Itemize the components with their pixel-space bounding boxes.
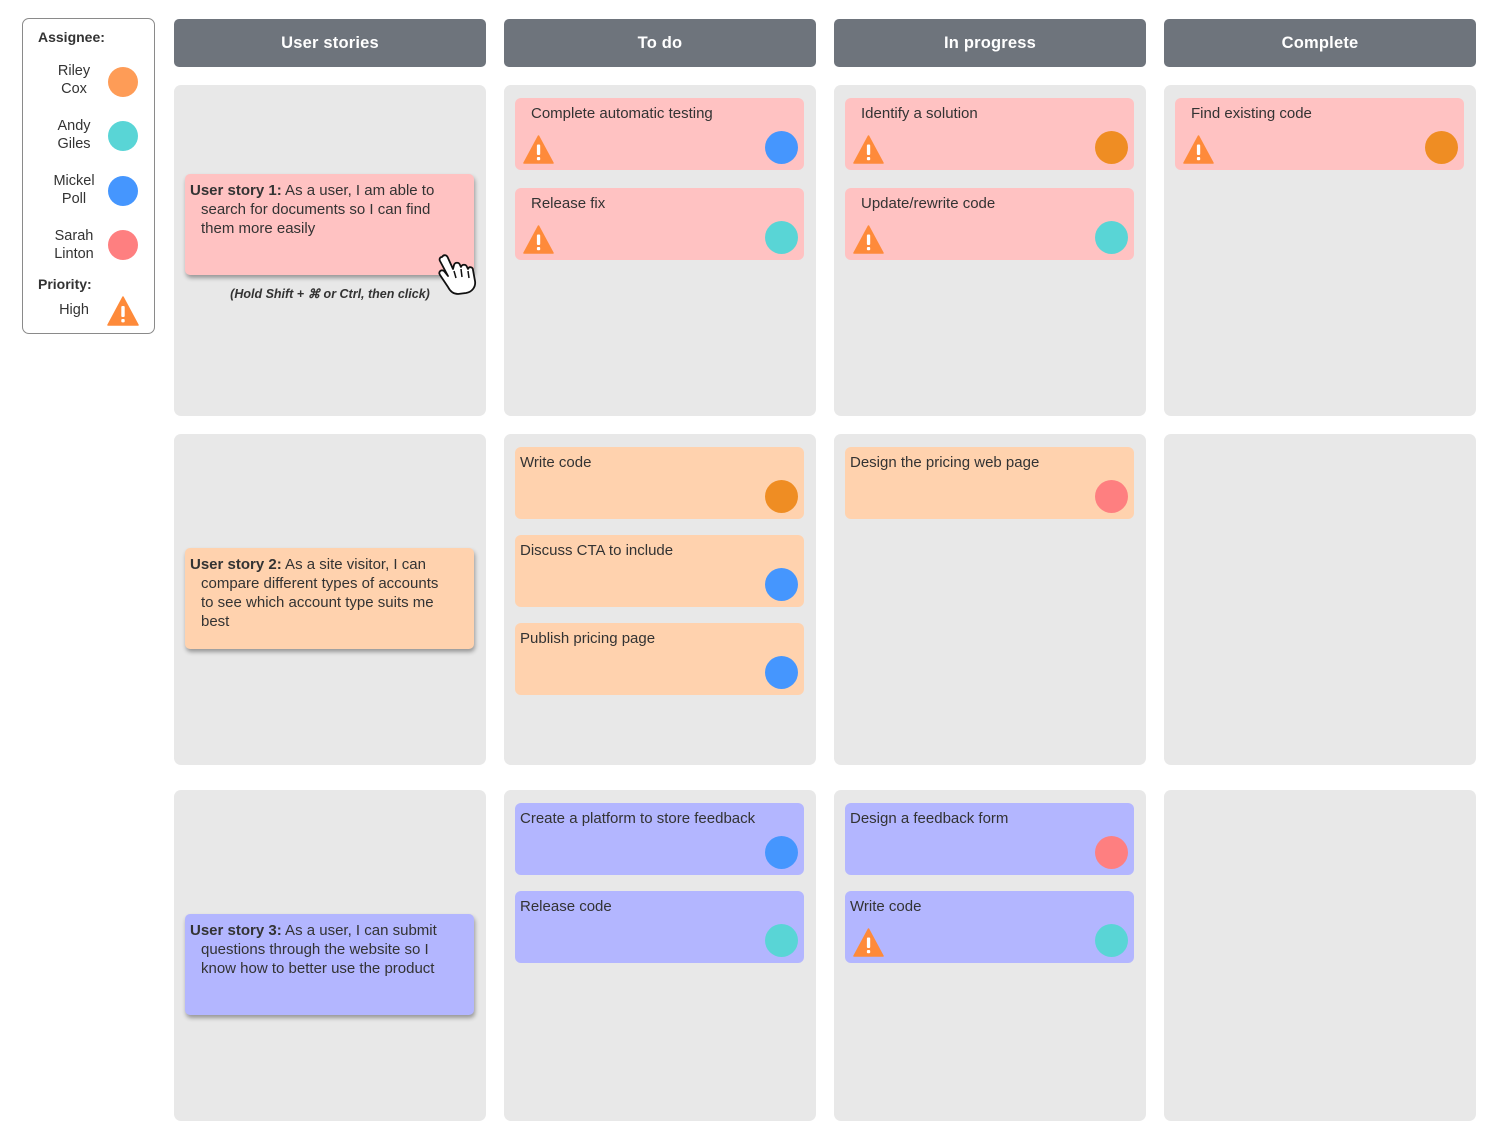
task-title: Release code: [520, 898, 612, 915]
high-priority-warning-icon: [853, 225, 884, 254]
legend-assignee-name: Sarah Linton: [54, 228, 94, 262]
assignee-avatar-icon: [765, 656, 798, 689]
column-header-user-stories[interactable]: User stories: [174, 19, 486, 67]
task-card[interactable]: Write code: [515, 447, 804, 519]
high-priority-warning-icon: [1183, 135, 1214, 164]
legend-assignee-name: Andy Giles: [57, 118, 91, 152]
assignee-heading: Assignee:: [38, 29, 105, 45]
assignee-avatar-icon: [1095, 221, 1128, 254]
task-title: Create a platform to store feedback: [520, 810, 756, 827]
user-story-label: User story 3:: [190, 922, 282, 939]
cell-row3-to-do: Create a platform to store feedback Relea…: [504, 790, 816, 1121]
task-card[interactable]: Publish pricing page: [515, 623, 804, 695]
task-card[interactable]: Find existing code: [1175, 98, 1464, 170]
assignee-avatar-icon: [1095, 836, 1128, 869]
task-title: Discuss CTA to include: [520, 542, 674, 559]
cell-row2-in-progress: Design the pricing web page: [834, 434, 1146, 765]
task-card[interactable]: Identify a solution: [845, 98, 1134, 170]
assignee-avatar-icon: [1425, 131, 1458, 164]
cell-row3-complete: [1164, 790, 1476, 1121]
assignee-dot-icon: [108, 230, 138, 260]
hand-pointer-cursor-icon: [438, 254, 477, 295]
assignee-avatar-icon: [765, 924, 798, 957]
assignee-avatar-icon: [1095, 131, 1128, 164]
warning-triangle-icon: [107, 296, 139, 326]
task-title: Identify a solution: [861, 105, 978, 122]
cell-row2-complete: [1164, 434, 1476, 765]
task-card[interactable]: Design the pricing web page: [845, 447, 1134, 519]
user-story-label: User story 2:: [190, 556, 282, 573]
user-story-text: User story 1: As a user, I am able to se…: [190, 181, 452, 238]
cell-row1-complete: Find existing code: [1164, 85, 1476, 416]
task-card[interactable]: Complete automatic testing: [515, 98, 804, 170]
task-title: Find existing code: [1191, 105, 1312, 122]
user-story-text: User story 3: As a user, I can submit qu…: [190, 921, 452, 978]
task-card[interactable]: Discuss CTA to include: [515, 535, 804, 607]
cell-row1-user-stories: User story 1: As a user, I am able to se…: [174, 85, 486, 416]
task-card[interactable]: Release fix: [515, 188, 804, 260]
column-header-to-do[interactable]: To do: [504, 19, 816, 67]
user-story-card[interactable]: User story 2: As a site visitor, I can c…: [185, 548, 474, 649]
assignee-avatar-icon: [765, 221, 798, 254]
task-title: Publish pricing page: [520, 630, 656, 647]
column-header-complete[interactable]: Complete: [1164, 19, 1476, 67]
priority-label: High: [59, 302, 89, 318]
task-title: Design a feedback form: [850, 810, 1009, 827]
assignee-avatar-icon: [765, 836, 798, 869]
task-title: Update/rewrite code: [861, 195, 996, 212]
task-card[interactable]: Release code: [515, 891, 804, 963]
high-priority-warning-icon: [523, 135, 554, 164]
high-priority-warning-icon: [853, 928, 884, 957]
assignee-dot-icon: [108, 67, 138, 97]
cell-row2-user-stories: User story 2: As a site visitor, I can c…: [174, 434, 486, 765]
task-title: Complete automatic testing: [531, 105, 713, 122]
task-card[interactable]: Update/rewrite code: [845, 188, 1134, 260]
assignee-avatar-icon: [1095, 480, 1128, 513]
task-title: Design the pricing web page: [850, 454, 1040, 471]
user-story-label: User story 1:: [190, 182, 282, 199]
assignee-avatar-icon: [1095, 924, 1128, 957]
assignee-avatar-icon: [765, 568, 798, 601]
high-priority-warning-icon: [523, 225, 554, 254]
cell-row1-to-do: Complete automatic testing Release fix: [504, 85, 816, 416]
task-title: Write code: [520, 454, 592, 471]
cell-row2-to-do: Write code Discuss CTA to include Publish …: [504, 434, 816, 765]
task-card[interactable]: Design a feedback form: [845, 803, 1134, 875]
high-priority-warning-icon: [853, 135, 884, 164]
user-story-text: User story 2: As a site visitor, I can c…: [190, 555, 452, 631]
task-title: Write code: [850, 898, 922, 915]
assignee-avatar-icon: [765, 131, 798, 164]
user-story-card[interactable]: User story 3: As a user, I can submit qu…: [185, 914, 474, 1015]
legend-panel: Assignee: Riley Cox Andy Giles Mickel Poll …: [22, 18, 155, 334]
user-story-card[interactable]: User story 1: As a user, I am able to se…: [185, 174, 474, 275]
legend-assignee-name: Riley Cox: [57, 63, 91, 97]
legend-assignee-name: Mickel Poll: [53, 173, 95, 207]
cell-row1-in-progress: Identify a solution Update/rewrite code: [834, 85, 1146, 416]
task-card[interactable]: Create a platform to store feedback: [515, 803, 804, 875]
column-header-in-progress[interactable]: In progress: [834, 19, 1146, 67]
assignee-avatar-icon: [765, 480, 798, 513]
cell-row3-in-progress: Design a feedback form Write code: [834, 790, 1146, 1121]
task-title: Release fix: [531, 195, 606, 212]
cell-row3-user-stories: User story 3: As a user, I can submit qu…: [174, 790, 486, 1121]
task-card[interactable]: Write code: [845, 891, 1134, 963]
priority-heading: Priority:: [38, 276, 92, 292]
assignee-dot-icon: [108, 121, 138, 151]
assignee-dot-icon: [108, 176, 138, 206]
